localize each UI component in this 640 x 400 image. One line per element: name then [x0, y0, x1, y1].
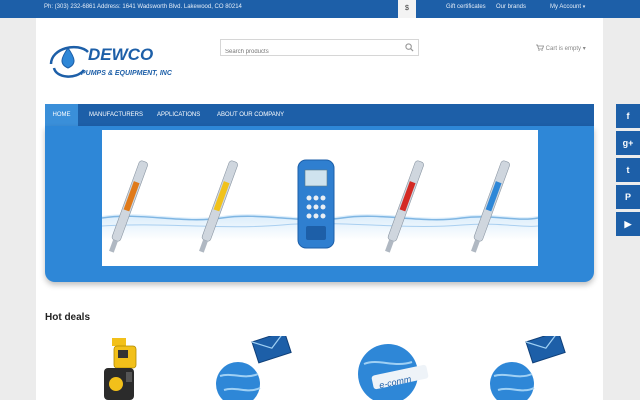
gift-certificates-link[interactable]: Gift certificates: [446, 4, 486, 10]
dewco-logo[interactable]: DEWCO PUMPS & EQUIPMENT, INC: [48, 38, 198, 84]
main-nav: HOME MANUFACTURERS APPLICATIONS ABOUT OU…: [45, 104, 594, 126]
currency-selector[interactable]: $: [398, 0, 416, 18]
logo-tagline: PUMPS & EQUIPMENT, INC: [81, 70, 173, 77]
globe-envelope-image: [216, 330, 292, 400]
youtube-icon[interactable]: ▶: [616, 212, 640, 236]
pinterest-icon[interactable]: P: [616, 185, 640, 209]
cart-label: Cart is empty: [545, 46, 582, 52]
nav-item-about[interactable]: ABOUT OUR COMPANY: [217, 104, 284, 126]
search-icon[interactable]: [405, 43, 414, 52]
nav-item-applications[interactable]: APPLICATIONS: [157, 104, 200, 126]
banner-image: [102, 130, 538, 266]
nav-item-manufacturers[interactable]: MANUFACTURERS: [89, 104, 143, 126]
contact-info: Ph: (303) 232-6861 Address: 1641 Wadswor…: [44, 4, 242, 10]
metering-pump-image: [104, 338, 137, 400]
hero-banner[interactable]: [45, 126, 594, 282]
facebook-icon[interactable]: f: [616, 104, 640, 128]
my-account-label: My Account: [550, 4, 582, 10]
globe-envelope-image: [490, 330, 566, 400]
twitter-icon[interactable]: t: [616, 158, 640, 182]
deal-item-ecommerce[interactable]: e-comm: [354, 336, 434, 400]
search-box: [220, 39, 419, 60]
my-account-menu[interactable]: My Account ▾: [550, 4, 585, 10]
cart-widget[interactable]: Cart is empty ▾: [536, 44, 586, 52]
hot-deals-title: Hot deals: [45, 312, 91, 323]
deal-item-pump[interactable]: [84, 336, 164, 400]
search-input[interactable]: [221, 44, 396, 60]
nav-item-home[interactable]: HOME: [45, 104, 78, 126]
logo-graphic: DEWCO PUMPS & EQUIPMENT, INC: [49, 45, 173, 78]
cart-icon: [536, 44, 545, 51]
ecommerce-globe-image: e-comm: [358, 344, 429, 400]
water-testers-image: [102, 159, 538, 253]
chevron-down-icon: ▾: [582, 4, 586, 10]
deal-item-email-globe[interactable]: [214, 330, 294, 400]
deal-item-email-globe-2[interactable]: [488, 330, 568, 400]
logo-name: DEWCO: [88, 45, 153, 64]
chevron-down-icon: ▾: [582, 46, 586, 52]
top-bar: Ph: (303) 232-6861 Address: 1641 Wadswor…: [0, 0, 640, 18]
social-sidebar: f g+ t P ▶: [616, 104, 640, 239]
google-plus-icon[interactable]: g+: [616, 131, 640, 155]
our-brands-link[interactable]: Our brands: [496, 4, 526, 10]
page-container: DEWCO PUMPS & EQUIPMENT, INC Cart is emp…: [36, 18, 603, 400]
